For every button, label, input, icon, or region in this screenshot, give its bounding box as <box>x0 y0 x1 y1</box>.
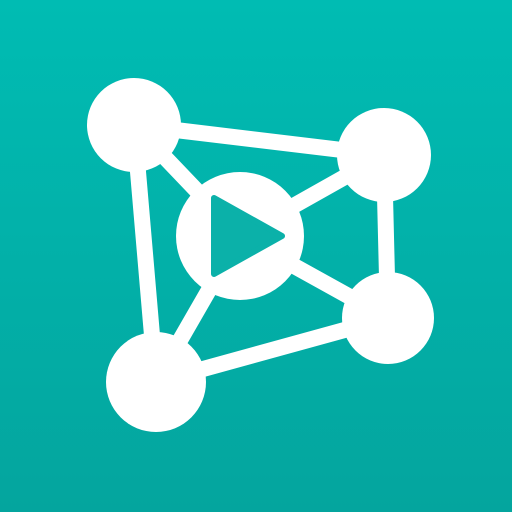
node-top-right <box>337 108 431 202</box>
app-icon <box>0 0 512 512</box>
node-bottom-left <box>106 332 206 432</box>
node-top-left <box>87 78 181 172</box>
node-bottom-right <box>342 272 434 364</box>
network-graph-play-icon <box>87 78 434 432</box>
